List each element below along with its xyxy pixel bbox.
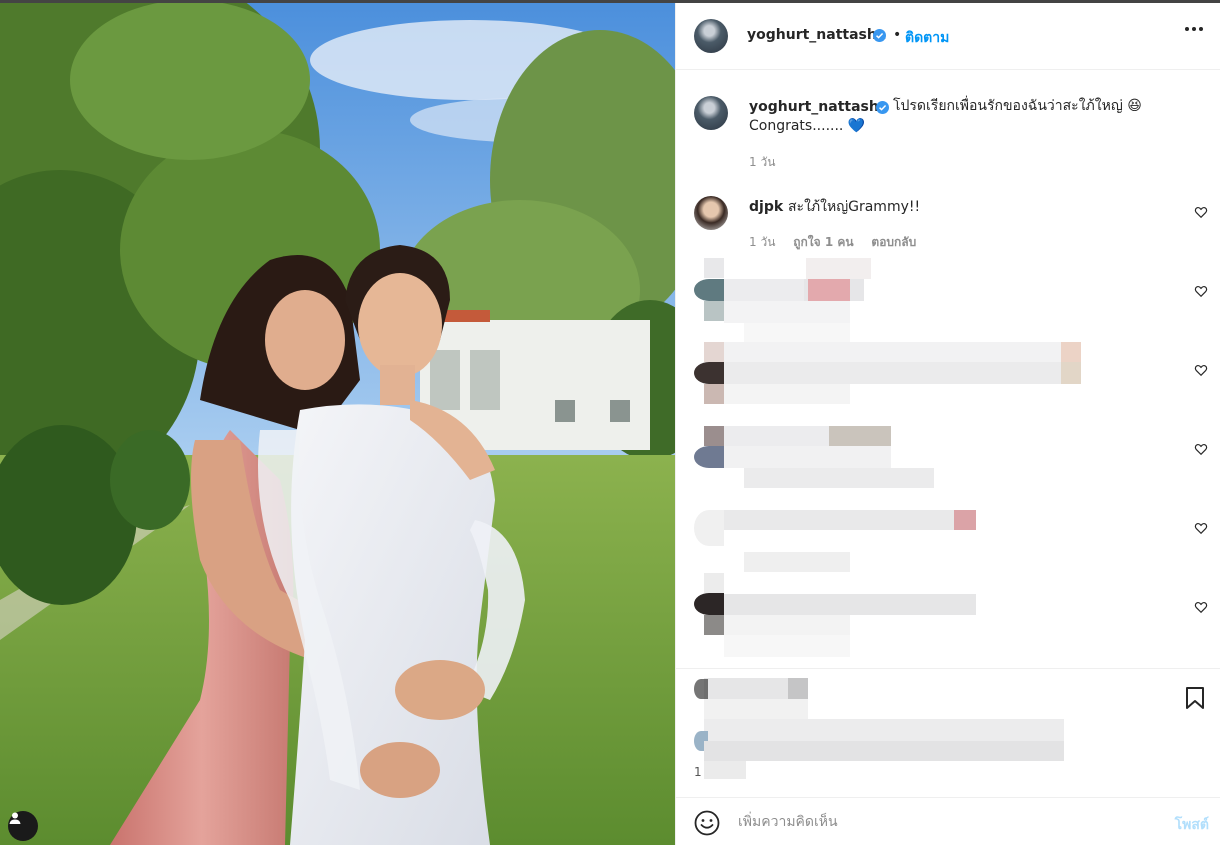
photo-illustration [0,0,675,845]
heart-outline-icon[interactable] [1194,205,1208,219]
user-tag-icon [9,812,21,824]
comment-avatar[interactable] [694,196,728,230]
bookmark-icon[interactable] [1184,686,1206,710]
caption-author-avatar[interactable] [694,96,728,130]
author-username[interactable]: yoghurt_nattasha [747,27,886,43]
separator-dot: • [893,27,902,43]
heart-outline-icon[interactable] [1194,600,1208,614]
comment-timestamp[interactable]: 1 วัน [749,235,775,249]
more-options-icon[interactable] [1185,27,1203,31]
heart-outline-icon[interactable] [1194,363,1208,377]
caption-timestamp[interactable]: 1 วัน [749,153,775,172]
heart-outline-icon[interactable] [1194,284,1208,298]
add-comment-bar: โพสต์ [676,797,1220,845]
actions-divider [676,668,1220,669]
post-header: yoghurt_nattasha • ติดตาม [676,3,1220,70]
comment-likes-count[interactable]: ถูกใจ 1 คน [793,235,853,249]
comment-text: สะใภ้ใหญ่Grammy!! [788,199,921,215]
user-tag-button[interactable] [8,811,38,841]
post-side-panel: yoghurt_nattasha • ติดตาม yoghurt_nattas… [675,3,1220,845]
comment-username[interactable]: djpk [749,199,783,215]
caption-line-1: โปรดเรียกเพื่อนรักของฉันว่าสะใภ้ใหญ่ 😆 [893,98,1142,114]
likes-count-partial: 1 [694,765,702,779]
post-comment-button[interactable]: โพสต์ [1175,814,1209,836]
caption-line-2: Congrats....... 💙 [749,118,866,134]
emoji-icon[interactable] [694,810,720,836]
comment-reply-button[interactable]: ตอบกลับ [871,235,916,249]
verified-badge-icon [873,29,886,42]
post-photo[interactable] [0,0,675,845]
author-avatar[interactable] [694,19,728,53]
caption-author-username[interactable]: yoghurt_nattasha [749,99,888,115]
comment-input[interactable] [738,808,1138,836]
verified-badge-icon [876,101,889,114]
heart-outline-icon[interactable] [1194,521,1208,535]
follow-button[interactable]: ติดตาม [905,27,949,49]
heart-outline-icon[interactable] [1194,442,1208,456]
comment-meta: 1 วัน ถูกใจ 1 คน ตอบกลับ [749,233,930,252]
